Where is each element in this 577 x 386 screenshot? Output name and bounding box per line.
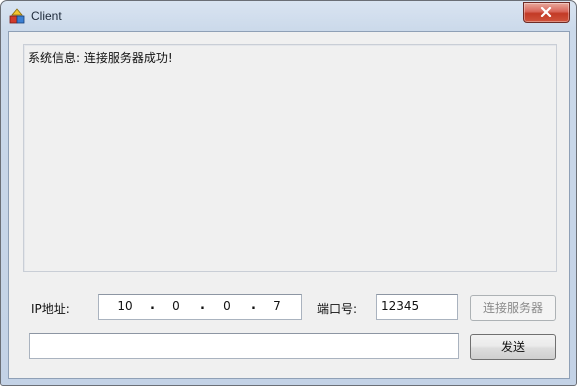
title-bar[interactable]: Client xyxy=(1,1,576,31)
ip-address-field[interactable]: 10 . 0 . 0 . 7 xyxy=(98,294,302,320)
ip-dot: . xyxy=(150,298,155,313)
client-window: Client 系统信息: 连接服务器成功! IP地址: 10 . 0 . 0 .… xyxy=(0,0,577,386)
message-log[interactable]: 系统信息: 连接服务器成功! xyxy=(23,44,557,272)
ip-octet-4[interactable]: 7 xyxy=(265,299,289,313)
connect-server-button[interactable]: 连接服务器 xyxy=(470,295,556,321)
log-line: 系统信息: 连接服务器成功! xyxy=(28,51,173,65)
app-icon xyxy=(9,8,25,24)
ip-dot: . xyxy=(200,298,205,313)
client-area: 系统信息: 连接服务器成功! IP地址: 10 . 0 . 0 . 7 端口号:… xyxy=(8,31,570,379)
message-input[interactable] xyxy=(29,333,459,359)
port-value: 12345 xyxy=(381,299,420,313)
port-field[interactable]: 12345 xyxy=(376,294,458,320)
ip-octet-2[interactable]: 0 xyxy=(164,299,188,313)
close-button[interactable] xyxy=(523,2,570,23)
window-title: Client xyxy=(31,9,62,23)
ip-octet-1[interactable]: 10 xyxy=(113,299,137,313)
port-label: 端口号: xyxy=(317,302,358,316)
ip-label: IP地址: xyxy=(31,302,70,316)
close-icon xyxy=(540,7,552,17)
ip-dot: . xyxy=(251,298,256,313)
ip-octet-3[interactable]: 0 xyxy=(215,299,239,313)
send-button[interactable]: 发送 xyxy=(470,334,556,360)
